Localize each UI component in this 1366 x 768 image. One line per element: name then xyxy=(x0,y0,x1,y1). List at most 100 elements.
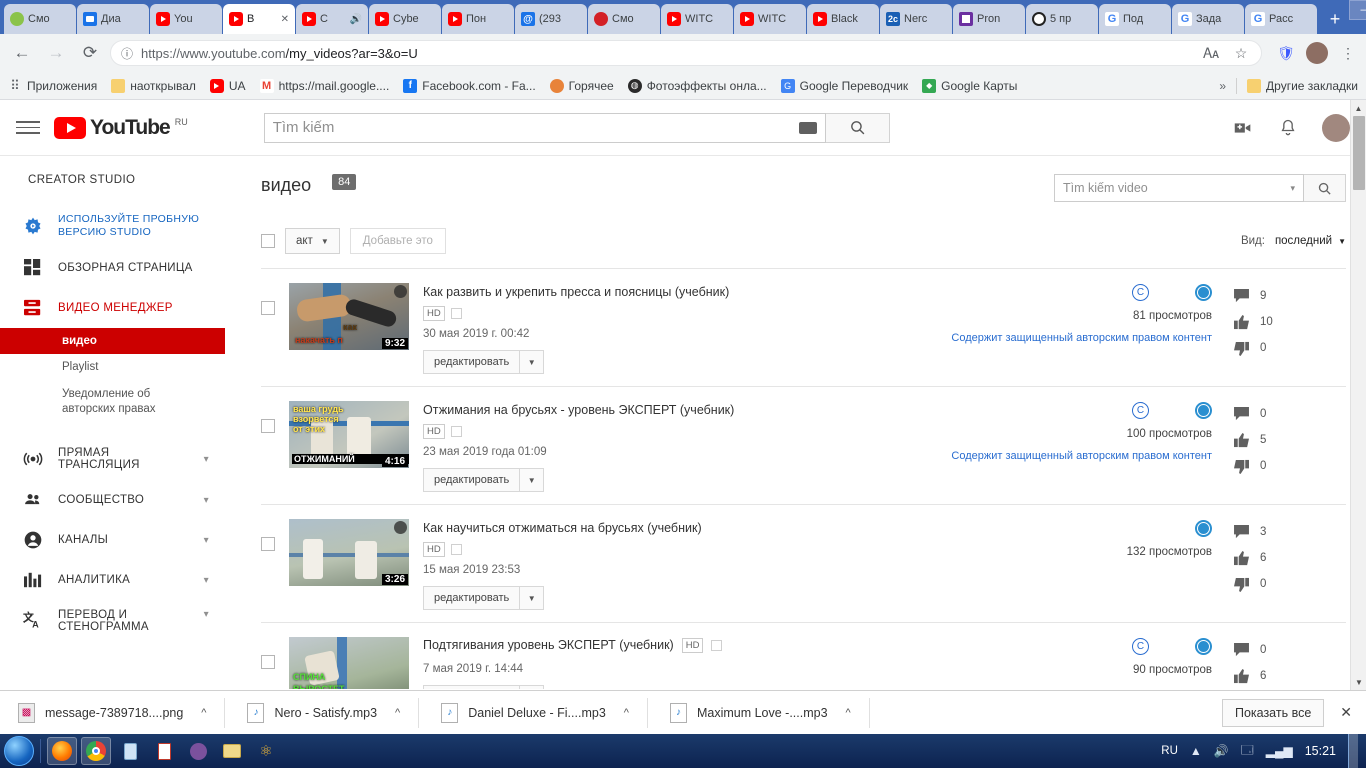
search-button[interactable] xyxy=(825,112,890,143)
bookmark-item[interactable]: Горячее xyxy=(549,78,614,93)
info-icon[interactable]: ⓘ xyxy=(121,45,133,62)
download-item[interactable]: ♪ Daniel Deluxe - Fi....mp3 ^ xyxy=(437,697,648,728)
row-checkbox[interactable] xyxy=(261,655,275,669)
browser-tab[interactable]: С 🔊 xyxy=(296,4,368,34)
row-checkbox[interactable] xyxy=(261,419,275,433)
browser-tab[interactable]: @ (293 xyxy=(515,4,587,34)
video-thumbnail[interactable]: СПИНА ВЫРОСТЕТ xyxy=(289,637,409,689)
browser-tab[interactable]: Black xyxy=(807,4,879,34)
chevron-down-icon[interactable]: ▾ xyxy=(204,495,209,506)
browser-tab[interactable]: WITC xyxy=(661,4,733,34)
menu-icon[interactable] xyxy=(16,116,40,140)
sidebar-subitem-copyright-notice[interactable]: Уведомление об авторских правах xyxy=(0,380,225,424)
youtube-logo[interactable]: YouTube RU xyxy=(54,116,188,139)
browser-tab[interactable]: 5 пр xyxy=(1026,4,1098,34)
address-bar[interactable]: ⓘ https://www.youtube.com/my_videos?ar=3… xyxy=(110,40,1262,66)
reload-icon[interactable]: ⟳ xyxy=(76,39,104,67)
edit-button[interactable]: редактировать xyxy=(423,586,521,610)
video-title-link[interactable]: Как развить и укрепить пресса и поясницы… xyxy=(423,285,729,299)
copyright-icon[interactable]: C xyxy=(1132,283,1149,301)
show-hidden-icons[interactable]: ▲ xyxy=(1190,744,1202,758)
bookmark-item[interactable]: Mhttps://mail.google.... xyxy=(259,78,389,93)
sidebar-item-channels[interactable]: КАНАЛЫ ▾ xyxy=(0,520,225,560)
edit-dropdown-icon[interactable]: ▼ xyxy=(520,468,545,492)
chrome-icon[interactable] xyxy=(81,737,111,765)
view-select[interactable]: последний ▼ xyxy=(1275,235,1346,247)
edit-button[interactable]: редактировать xyxy=(423,350,521,374)
public-visibility-icon[interactable] xyxy=(1195,401,1212,419)
bookmark-item[interactable]: f Facebook.com - Fa... xyxy=(403,78,536,93)
start-button[interactable] xyxy=(4,736,34,766)
sidebar-subitem-videos[interactable]: видео xyxy=(0,328,225,354)
network-icon[interactable]: ▂▄▆ xyxy=(1266,744,1293,758)
download-item[interactable]: ♪ Nero - Satisfy.mp3 ^ xyxy=(243,697,420,728)
forward-icon[interactable]: → xyxy=(42,39,70,67)
clock[interactable]: 15:21 xyxy=(1305,744,1336,758)
browser-tab[interactable]: G Расс xyxy=(1245,4,1317,34)
utility-icon[interactable]: ⚛ xyxy=(251,737,281,765)
download-item[interactable]: ♪ Maximum Love -....mp3 ^ xyxy=(666,697,870,728)
scroll-down-arrow-icon[interactable]: ▼ xyxy=(1351,674,1366,690)
firefox-icon[interactable] xyxy=(47,737,77,765)
table-row[interactable]: 3:26 Как научиться отжиматься на брусьях… xyxy=(261,504,1346,622)
account-avatar[interactable] xyxy=(1322,113,1350,142)
table-row[interactable]: СПИНА ВЫРОСТЕТ Подтягивания уровень ЭКСП… xyxy=(261,622,1346,689)
sidebar-item-community[interactable]: СООБЩЕСТВО ▾ xyxy=(0,480,225,520)
chevron-down-icon[interactable]: ▾ xyxy=(204,454,209,465)
video-title-link[interactable]: Подтягивания уровень ЭКСПЕРТ (учебник) xyxy=(423,637,674,653)
video-title-link[interactable]: Отжимания на брусьях - уровень ЭКСПЕРТ (… xyxy=(423,403,734,417)
bookmark-item[interactable]: ⠿ Приложения xyxy=(8,78,97,93)
bookmark-item[interactable]: ◆ Google Карты xyxy=(922,78,1017,93)
browser-tab[interactable]: Пон xyxy=(442,4,514,34)
bookmark-item[interactable]: наоткрывал xyxy=(111,78,196,93)
chevron-up-icon[interactable]: ^ xyxy=(624,707,629,719)
chevron-down-icon[interactable]: ▾ xyxy=(204,535,209,546)
page-scrollbar[interactable]: ▲ ▼ xyxy=(1350,100,1366,690)
sidebar-subitem-playlist[interactable]: Playlist xyxy=(0,354,225,380)
video-search-button[interactable] xyxy=(1304,174,1346,202)
chevron-up-icon[interactable]: ^ xyxy=(846,707,851,719)
add-to-button[interactable]: Добавьте это xyxy=(349,228,446,254)
copyright-icon[interactable]: C xyxy=(1132,401,1149,419)
new-tab-button[interactable]: + xyxy=(1322,6,1348,32)
create-video-icon[interactable] xyxy=(1232,117,1254,139)
edit-dropdown-icon[interactable]: ▼ xyxy=(520,350,545,374)
sidebar-item-translations[interactable]: 文A ПЕРЕВОД И СТЕНОГРАММА ▾ xyxy=(0,600,225,642)
scrollbar-thumb[interactable] xyxy=(1353,116,1365,190)
chevron-up-icon[interactable]: ^ xyxy=(201,707,206,719)
show-all-downloads-button[interactable]: Показать все xyxy=(1221,698,1325,727)
table-row[interactable]: ваша грудь взорвется от этих ОТЖИМАНИЙ 4… xyxy=(261,386,1346,504)
chevron-down-icon[interactable]: ▾ xyxy=(1290,183,1295,194)
bookmark-item[interactable]: ◍ Фотоэффекты онла... xyxy=(627,78,767,93)
browser-tab[interactable]: WITC xyxy=(734,4,806,34)
close-shelf-icon[interactable]: ✕ xyxy=(1340,704,1352,721)
browser-tab[interactable]: 2c Nerc xyxy=(880,4,952,34)
sidebar-item-studio-trial[interactable]: ИСПОЛЬЗУЙТЕ ПРОБНУЮ ВЕРСИЮ STUDIO xyxy=(0,204,225,248)
back-icon[interactable]: ← xyxy=(8,39,36,67)
bookmark-item[interactable]: G Google Переводчик xyxy=(780,78,908,93)
bookmarks-overflow-icon[interactable]: » xyxy=(1219,79,1226,93)
browser-tab[interactable]: Смо xyxy=(588,4,660,34)
profile-avatar[interactable] xyxy=(1306,42,1328,64)
close-icon[interactable]: ✕ xyxy=(281,14,289,25)
video-thumbnail[interactable]: как накачать п 9:32 xyxy=(289,283,409,350)
bookmark-item[interactable]: UA xyxy=(209,78,246,93)
explorer-icon[interactable] xyxy=(217,737,247,765)
show-desktop-button[interactable] xyxy=(1348,734,1358,768)
bookmark-star-icon[interactable]: ☆ xyxy=(1231,43,1251,63)
video-title-link[interactable]: Как научиться отжиматься на брусьях (уче… xyxy=(423,521,702,535)
video-thumbnail[interactable]: 3:26 xyxy=(289,519,409,586)
sidebar-item-live-streaming[interactable]: ПРЯМАЯ ТРАНСЛЯЦИЯ ▾ xyxy=(0,438,225,480)
search-input[interactable]: Tìm kiếm xyxy=(263,112,826,143)
table-row[interactable]: как накачать п 9:32 Как развить и укрепи… xyxy=(261,268,1346,386)
copyright-icon[interactable]: C xyxy=(1132,637,1149,655)
public-visibility-icon[interactable] xyxy=(1195,637,1212,655)
copyright-note[interactable]: Содержит защищенный авторским правом кон… xyxy=(867,332,1212,344)
sidebar-item-analytics[interactable]: АНАЛИТИКА ▾ xyxy=(0,560,225,600)
translate-icon[interactable]: 🗛 xyxy=(1201,43,1221,63)
calculator-icon[interactable] xyxy=(115,737,145,765)
document-icon[interactable] xyxy=(149,737,179,765)
language-indicator[interactable]: RU xyxy=(1161,745,1178,757)
speaker-icon[interactable]: 🔊 xyxy=(350,14,362,25)
public-visibility-icon[interactable] xyxy=(1195,283,1212,301)
